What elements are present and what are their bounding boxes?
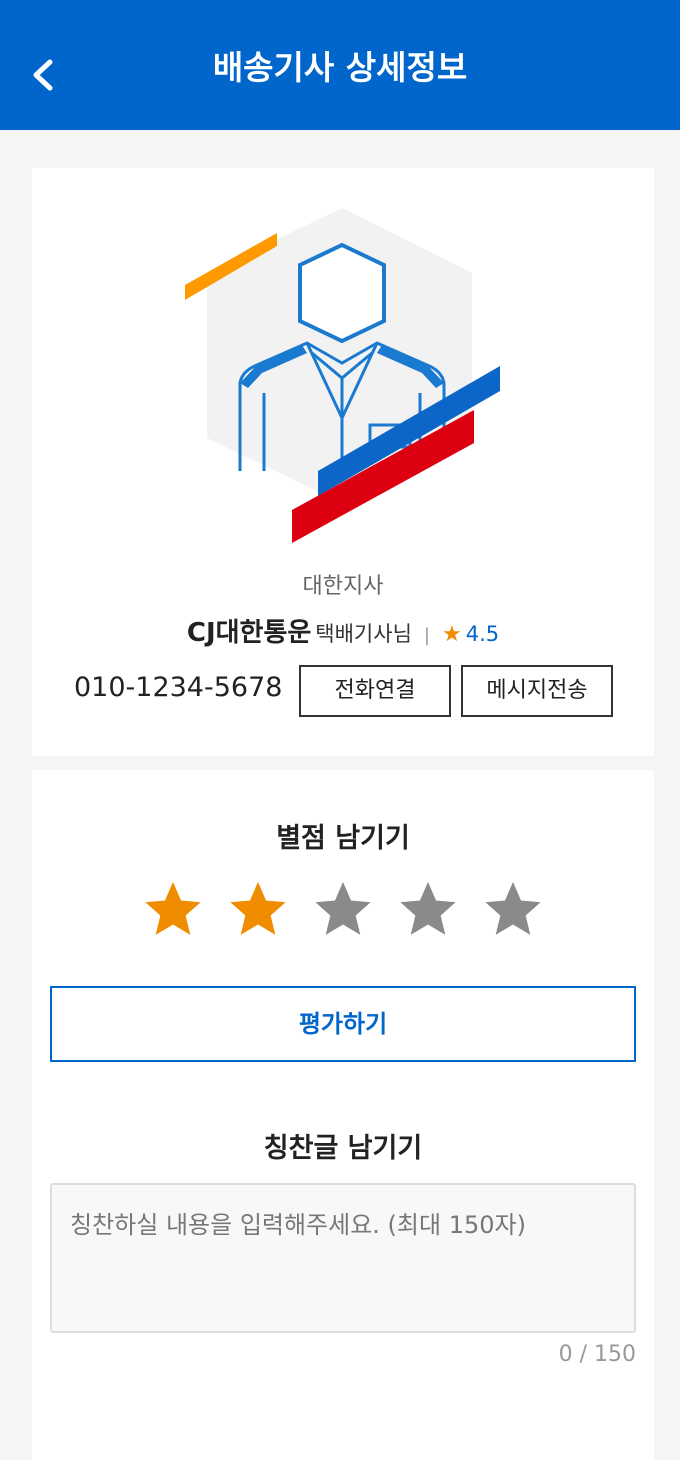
driver-phone-number: 010-1234-5678 bbox=[74, 672, 283, 703]
app-header: 배송기사 상세정보 bbox=[0, 0, 680, 130]
driver-name-line: CJ대한통운 택배기사님 | ★ 4.5 bbox=[32, 612, 654, 649]
star-icon[interactable] bbox=[312, 878, 374, 940]
star-icon: ★ bbox=[441, 622, 462, 647]
call-button[interactable]: 전화연결 bbox=[299, 665, 451, 717]
evaluate-button[interactable]: 평가하기 bbox=[50, 986, 636, 1062]
star-icon[interactable] bbox=[482, 878, 544, 940]
branch-name: 대한지사 bbox=[302, 574, 384, 599]
driver-profile-card: 대한지사 CJ대한통운 택배기사님 | ★ 4.5 010-1234-5678 전화연결… bbox=[32, 168, 654, 756]
review-card: 별점 남기기 평가하기 칭찬글 남기기 0 / 150 bbox=[32, 770, 654, 1460]
star-icon[interactable] bbox=[142, 878, 204, 940]
character-counter: 0 / 150 bbox=[558, 1342, 636, 1367]
driver-role: 택배기사님 bbox=[315, 622, 412, 646]
star-icon[interactable] bbox=[397, 878, 459, 940]
star-icon[interactable] bbox=[227, 878, 289, 940]
praise-section-title: 칭찬글 남기기 bbox=[263, 1133, 423, 1164]
driver-rating: 4.5 bbox=[465, 622, 500, 646]
separator: | bbox=[423, 625, 430, 646]
star-rating-selector bbox=[142, 878, 542, 942]
page-title: 배송기사 상세정보 bbox=[212, 48, 468, 87]
send-message-button[interactable]: 메시지전송 bbox=[461, 665, 613, 717]
rating-section-title: 별점 남기기 bbox=[276, 823, 410, 854]
company-name: CJ대한통운 bbox=[186, 618, 312, 648]
praise-textarea[interactable] bbox=[50, 1183, 636, 1333]
driver-avatar-illustration bbox=[185, 208, 500, 543]
